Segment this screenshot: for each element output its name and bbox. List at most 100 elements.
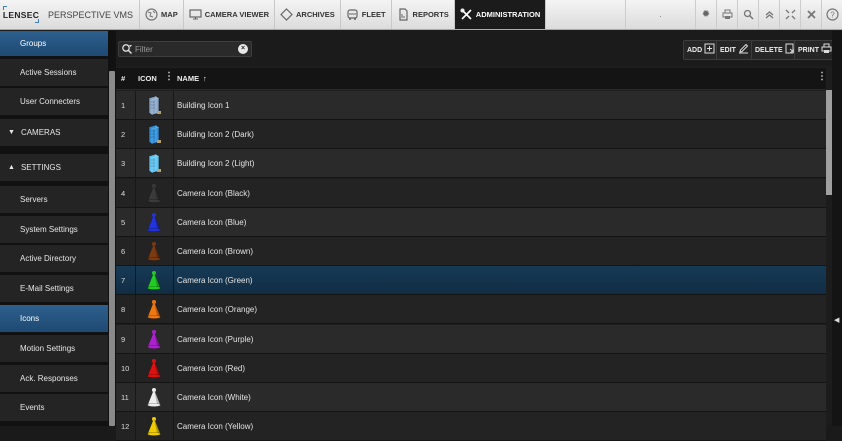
table-row[interactable]: 11 Camera Icon (White) [116, 383, 826, 412]
filter-input[interactable] [135, 43, 235, 55]
nav-reports[interactable]: REPORTS [392, 0, 455, 29]
sidebar-item-user-connecters[interactable]: User Connecters [0, 88, 108, 116]
filter-box: × [118, 41, 252, 57]
row-name: Camera Icon (Brown) [177, 247, 254, 256]
table-row[interactable]: 1 Building Icon 1 [116, 91, 826, 120]
sidebar: Groups Active Sessions User Connecters ▼… [0, 31, 116, 426]
top-nav-bar: LENSEC PERSPECTIVE VMS MAP CAMERA VIEWER… [0, 0, 842, 30]
print-button[interactable]: PRINT [794, 40, 836, 60]
column-header-name[interactable]: NAME [177, 74, 199, 83]
sidebar-item-servers[interactable]: Servers [0, 186, 108, 214]
collapse-icon[interactable] [779, 0, 800, 29]
column-header-icon[interactable]: ICON [138, 74, 157, 83]
table-header: # ICON ⋮ NAME ↑ ⋮ [116, 68, 827, 90]
nav-archives[interactable]: ARCHIVES [275, 0, 341, 29]
row-name: Camera Icon (Black) [177, 188, 250, 198]
sidebar-section-cameras[interactable]: ▼ CAMERAS [0, 119, 108, 147]
camera-pin-icon [143, 386, 165, 408]
building-icon [143, 123, 165, 145]
sidebar-item-active-sessions[interactable]: Active Sessions [0, 59, 108, 87]
row-number: 3 [121, 159, 126, 169]
camera-pin-icon [143, 328, 165, 350]
column-menu-icon[interactable]: ⋮ [164, 71, 174, 82]
add-icon [704, 43, 715, 57]
gear-icon[interactable]: ✹ [695, 0, 716, 29]
sort-ascending-icon: ↑ [203, 74, 207, 83]
sidebar-scrollbar[interactable] [109, 71, 115, 426]
camera-pin-icon [143, 269, 165, 291]
sidebar-section-settings[interactable]: ▲ SETTINGS [0, 154, 108, 182]
sidebar-item-ack-responses[interactable]: Ack. Responses [0, 365, 108, 393]
camera-pin-icon [143, 182, 165, 204]
nav-camera-viewer[interactable]: CAMERA VIEWER [184, 0, 276, 29]
table-row[interactable]: 10 Camera Icon (Red) [116, 353, 826, 383]
product-name: PERSPECTIVE VMS [42, 0, 141, 29]
table-row[interactable]: 3 Building Icon 2 (Light) [116, 149, 826, 179]
document-icon [397, 8, 410, 21]
row-name: Camera Icon (White) [177, 393, 251, 402]
monitor-icon [189, 8, 202, 21]
camera-pin-icon [143, 211, 165, 233]
help-icon[interactable]: ? [821, 0, 842, 29]
row-name: Camera Icon (Orange) [177, 305, 258, 315]
lensec-logo: LENSEC [0, 0, 42, 29]
table-row[interactable]: 8 Camera Icon (Orange) [116, 295, 826, 325]
row-number: 5 [121, 217, 126, 227]
diamond-icon [280, 8, 293, 21]
edit-button[interactable]: EDIT [716, 40, 753, 60]
close-icon[interactable] [800, 0, 821, 29]
table-row[interactable]: 7 Camera Icon (Green) [116, 266, 826, 296]
camera-pin-icon [143, 298, 165, 320]
row-number: 10 [121, 363, 130, 373]
row-number: 6 [121, 247, 126, 256]
nav-map[interactable]: MAP [140, 0, 184, 29]
sidebar-item-email-settings[interactable]: E-Mail Settings [0, 275, 108, 303]
row-number: 8 [121, 305, 126, 315]
table-row[interactable]: 4 Camera Icon (Black) [116, 178, 826, 208]
triangle-left-icon: ◀ [834, 317, 840, 324]
table-row[interactable]: 5 Camera Icon (Blue) [116, 207, 826, 237]
row-number: 9 [121, 334, 126, 344]
add-button[interactable]: ADD [683, 40, 720, 60]
clear-filter-icon[interactable]: × [238, 44, 248, 54]
filter-search-icon [121, 43, 133, 55]
search-icon[interactable] [737, 0, 758, 29]
print-icon[interactable] [716, 0, 737, 29]
row-name: Camera Icon (Red) [177, 363, 246, 373]
row-number: 1 [121, 101, 126, 110]
table-row[interactable]: 9 Camera Icon (Purple) [116, 324, 826, 354]
right-panel-toggle[interactable]: ◀ [832, 31, 842, 426]
globe-icon [145, 8, 158, 21]
row-number: 12 [121, 422, 130, 432]
row-name: Building Icon 2 (Light) [177, 159, 255, 169]
svg-text:?: ? [830, 11, 835, 20]
building-icon [143, 94, 165, 116]
camera-pin-icon [143, 240, 165, 262]
sidebar-item-groups[interactable]: Groups [0, 31, 108, 57]
sidebar-item-events[interactable]: Events [0, 394, 108, 422]
sidebar-item-motion-settings[interactable]: Motion Settings [0, 335, 108, 363]
table-row[interactable]: 12 Camera Icon (Yellow) [116, 412, 826, 441]
table-row[interactable]: 6 Camera Icon (Brown) [116, 237, 826, 266]
sidebar-item-system-settings[interactable]: System Settings [0, 216, 108, 244]
row-name: Camera Icon (Yellow) [177, 422, 254, 432]
row-name: Camera Icon (Purple) [177, 334, 254, 344]
main-panel: × ADD EDIT DELETE PRINT # [116, 31, 836, 441]
delete-button[interactable]: DELETE [751, 40, 800, 60]
triangle-up-icon: ▲ [8, 164, 15, 171]
table-row[interactable]: 2 Building Icon 2 (Dark) [116, 120, 826, 150]
toolbar: × ADD EDIT DELETE PRINT [116, 31, 836, 66]
triangle-down-icon: ▼ [8, 129, 15, 136]
row-name: Camera Icon (Green) [177, 276, 253, 286]
building-icon [143, 152, 165, 174]
nav-administration[interactable]: ADMINISTRATION [454, 0, 547, 29]
row-name: Building Icon 2 (Dark) [177, 130, 254, 140]
double-chevron-up-icon[interactable] [758, 0, 779, 29]
nav-fleet[interactable]: FLEET [341, 0, 392, 29]
sidebar-item-active-directory[interactable]: Active Directory [0, 245, 108, 273]
vehicle-icon [346, 8, 359, 21]
sidebar-item-icons[interactable]: Icons [0, 305, 108, 333]
table-menu-icon[interactable]: ⋮ [817, 71, 827, 82]
camera-pin-icon [143, 357, 165, 379]
column-header-num[interactable]: # [121, 74, 125, 83]
